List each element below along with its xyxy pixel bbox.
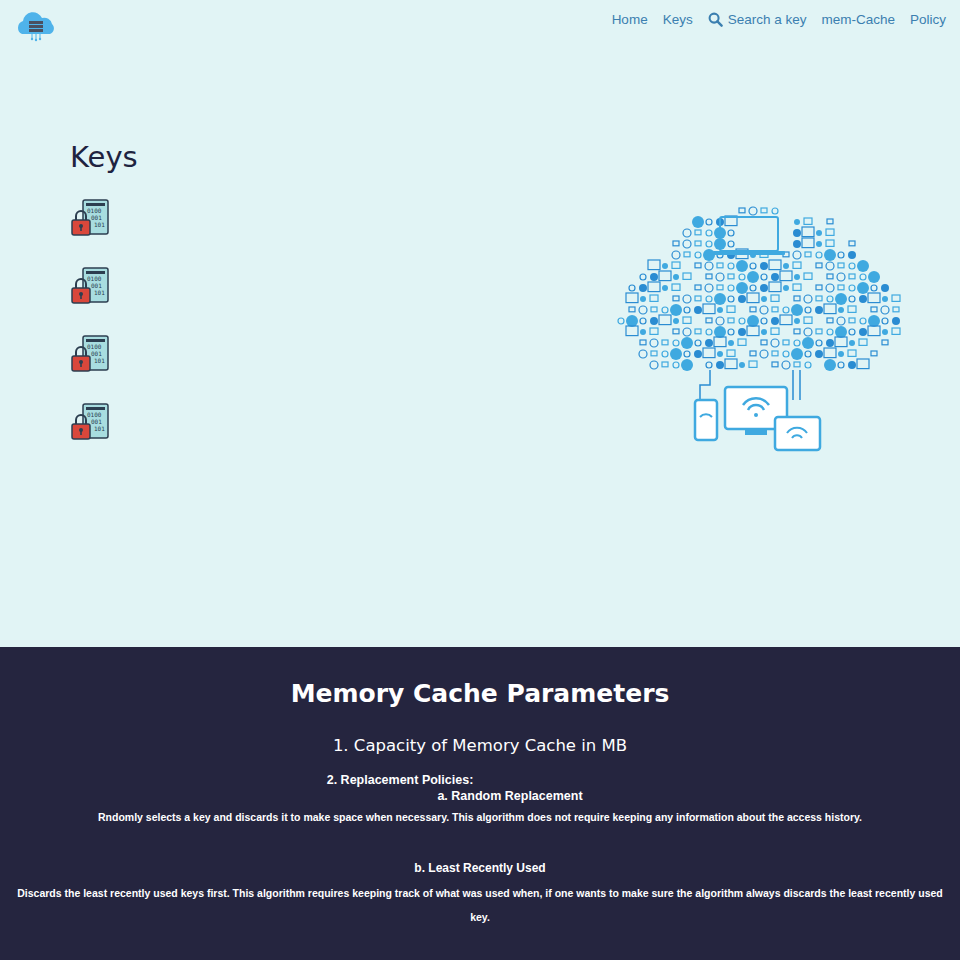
parameters-section: Memory Cache Parameters 1. Capacity of Me… [0,647,960,960]
policy-description: Discards the least recently used keys fi… [16,881,944,929]
nav-link[interactable]: Keys [663,12,693,27]
svg-text:0100: 0100 [87,411,102,418]
key-list: 0100001101010000110101000011010100001101 [70,198,138,442]
nav-link[interactable]: Home [612,12,648,27]
encrypted-file-icon[interactable]: 0100001101 [70,266,110,306]
hero-section: Home Keys Search a key mem-Cache Policy Keys 0… [0,0,960,647]
policy-name: a. Random Replacement [16,789,944,803]
parameters-title: Memory Cache Parameters [16,679,944,708]
encrypted-file-icon[interactable]: 0100001101 [70,334,110,374]
nav-link[interactable]: mem-Cache [821,12,895,27]
policy-description: Rndomly selects a key and discards it to… [16,809,944,825]
svg-text:101: 101 [94,357,105,364]
svg-text:001: 001 [91,418,102,425]
keys-heading: Keys [70,140,138,174]
illustration-panel [615,140,905,647]
policies-heading: 2. Replacement Policies: [16,773,944,787]
policy-name: b. Least Recently Used [16,861,944,875]
keys-panel: Keys010000110101000011010100001101010000… [70,140,138,647]
capacity-heading: 1. Capacity of Memory Cache in MB [16,736,944,755]
page: Home Keys Search a key mem-Cache Policy Keys 0… [0,0,960,960]
encrypted-file-icon[interactable]: 0100001101 [70,402,110,442]
policy-item: a. Random Replacement Rndomly selects a k… [16,789,944,825]
svg-text:0100: 0100 [87,207,102,214]
search-icon [708,12,723,27]
nav-link[interactable]: Policy [910,12,946,27]
svg-text:101: 101 [94,425,105,432]
svg-text:001: 001 [91,282,102,289]
svg-text:001: 001 [91,214,102,221]
svg-text:001: 001 [91,350,102,357]
policy-item: b. Least Recently Used Discards the least… [16,861,944,929]
encrypted-file-icon[interactable]: 0100001101 [70,198,110,238]
cloud-server-logo-icon[interactable] [14,10,58,42]
svg-text:0100: 0100 [87,343,102,350]
nav-link[interactable]: Search a key [708,12,807,27]
main-content: Keys010000110101000011010100001101010000… [0,42,960,647]
nav-links: Home Keys Search a key mem-Cache Policy [612,10,946,27]
svg-text:101: 101 [94,221,105,228]
cloud-network-illustration-icon [615,205,905,460]
navbar: Home Keys Search a key mem-Cache Policy [0,0,960,42]
svg-text:101: 101 [94,289,105,296]
svg-text:0100: 0100 [87,275,102,282]
